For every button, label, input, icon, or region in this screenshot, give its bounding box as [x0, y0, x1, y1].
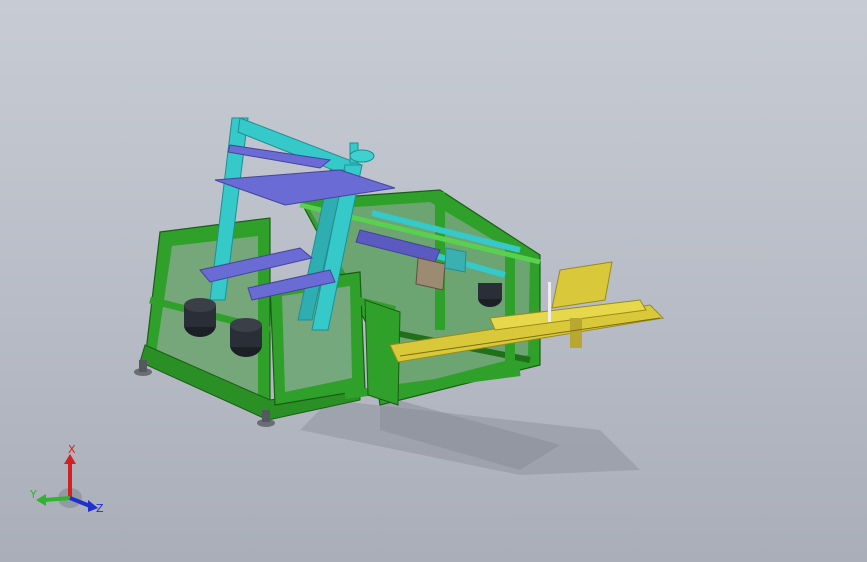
y-axis-label: Y [29, 488, 37, 501]
machine-assembly-model[interactable] [0, 0, 867, 562]
cad-viewport[interactable]: X Y Z [0, 0, 867, 562]
model-shadow [300, 395, 640, 475]
z-axis-label: Z [96, 502, 104, 515]
x-axis-label: X [68, 443, 76, 456]
y-axis-line [43, 496, 71, 502]
y-axis-arrow-icon [36, 494, 46, 506]
coordinate-triad: X Y Z [29, 443, 104, 515]
